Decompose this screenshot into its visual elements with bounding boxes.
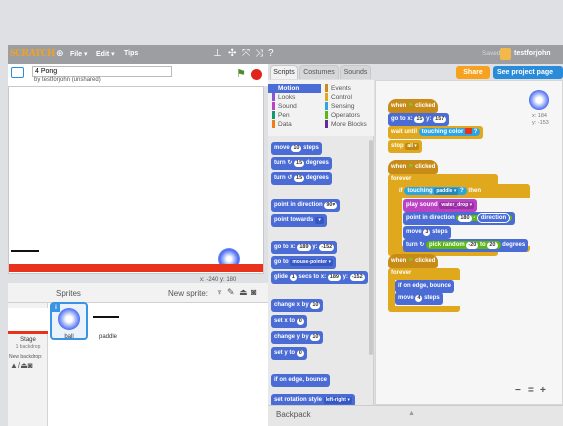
fullscreen-icon[interactable] — [11, 67, 24, 78]
category-col-right: Events Control Sensing Operators More Bl… — [321, 84, 374, 129]
paddle-left — [11, 250, 39, 252]
stage-thumbnail[interactable] — [8, 308, 48, 334]
block-wait-until[interactable]: wait until touching color ? — [388, 126, 484, 139]
paint-sprite-icon[interactable]: ✎ — [227, 287, 235, 298]
block-point-in-direction[interactable]: point in direction 90▾ — [271, 199, 341, 212]
paddle-thumbnail — [93, 316, 119, 318]
block-change-y[interactable]: change y by 10 — [271, 331, 324, 344]
sprite-tile-ball[interactable]: i ball — [50, 302, 88, 340]
sprites-header: Sprites New sprite: ♆ ✎ ⏏ ◙ — [8, 283, 268, 303]
new-sprite-label: New sprite: — [168, 289, 209, 298]
sprite-library-icon[interactable]: ♆ — [216, 287, 223, 297]
block-set-y[interactable]: set y to 0 — [271, 347, 307, 360]
user-name[interactable]: testforjohn — [514, 50, 551, 57]
block-move-steps[interactable]: move 10 steps — [271, 142, 322, 155]
green-flag-icon[interactable]: ⚑ — [236, 67, 246, 80]
block-change-x[interactable]: change x by 10 — [271, 299, 324, 312]
info-icon[interactable]: i — [52, 304, 60, 312]
backdrop-count: 1 backdrop — [15, 344, 41, 350]
see-page-label: See project page — [497, 69, 554, 76]
block-glide[interactable]: glide 1 secs to x: 189 y: -152 — [271, 271, 368, 284]
ball-thumbnail — [58, 308, 80, 330]
zoom-out-icon[interactable]: − — [515, 385, 521, 396]
project-author: by testforjohn (unshared) — [34, 77, 101, 83]
hat-when-flag-clicked[interactable]: when ⚑ clicked — [388, 99, 439, 113]
hat-when-flag-clicked[interactable]: when ⚑ clicked — [388, 254, 439, 268]
block-turn-ccw[interactable]: turn ↺ 15 degrees — [271, 172, 332, 185]
block-go-to-xy[interactable]: go to x: 189 y: -152 — [271, 241, 338, 254]
block-point-in-direction-script[interactable]: point in direction 180 - direction — [403, 212, 516, 225]
share-button[interactable]: Share — [456, 66, 490, 79]
category-col-left: Motion Looks Sound Pen Data — [268, 84, 321, 129]
project-title-input[interactable] — [32, 66, 172, 77]
backdrop-tools-icons[interactable]: ▲/⏏◙ — [10, 361, 33, 370]
upload-sprite-icon[interactable]: ⏏ — [239, 287, 248, 298]
sprite-name: ball — [64, 334, 74, 340]
category-operators[interactable]: Operators — [321, 111, 374, 120]
camera-sprite-icon[interactable]: ◙ — [251, 287, 256, 297]
green-flag-icon: ⚑ — [408, 258, 414, 264]
category-pen[interactable]: Pen — [268, 111, 321, 120]
category-data[interactable]: Data — [268, 120, 321, 129]
scratch-logo[interactable]: SCRATCH — [10, 48, 55, 61]
backpack-bar[interactable]: Backpack ▲ — [268, 405, 563, 426]
red-floor — [9, 264, 263, 272]
sprite-preview — [529, 90, 549, 110]
zoom-reset-icon[interactable]: = — [528, 385, 534, 396]
block-turn-random[interactable]: turn ↻ pick random -20 to 20 degrees — [403, 239, 529, 252]
tab-sounds[interactable]: Sounds — [340, 65, 371, 79]
block-go-to[interactable]: go to mouse-pointer ▾ — [271, 256, 336, 269]
backpack-expand-icon[interactable]: ▲ — [408, 410, 415, 417]
category-list: Motion Looks Sound Pen Data Events Contr… — [268, 80, 374, 136]
category-more-blocks[interactable]: More Blocks — [321, 120, 374, 129]
category-sound[interactable]: Sound — [268, 102, 321, 111]
user-avatar[interactable] — [500, 48, 511, 60]
tips-menu[interactable]: Tips — [124, 50, 138, 57]
color-swatch — [465, 128, 473, 135]
green-flag-icon: ⚑ — [408, 103, 414, 109]
green-flag-icon: ⚑ — [408, 164, 414, 170]
block-move-steps-script[interactable]: move 3 steps — [403, 226, 451, 239]
block-play-sound[interactable]: play sound water_drop ▾ — [403, 199, 478, 212]
help-icon[interactable]: ? — [268, 48, 274, 59]
block-go-to-xy-script[interactable]: go to x: 15 y: 157 — [388, 113, 450, 126]
stage-thumbnail-column: Stage 1 backdrop New backdrop: ▲/⏏◙ — [8, 303, 48, 426]
edit-menu[interactable]: Edit ▾ — [96, 50, 115, 58]
block-turn-cw[interactable]: turn ↻ 15 degrees — [271, 157, 332, 170]
zoom-in-icon[interactable]: + — [540, 385, 546, 396]
block-bounce[interactable]: if on edge, bounce — [271, 374, 331, 387]
block-point-towards[interactable]: point towards ▾ — [271, 214, 328, 227]
category-control[interactable]: Control — [321, 93, 374, 102]
category-looks[interactable]: Looks — [268, 93, 321, 102]
stage-canvas[interactable] — [8, 86, 264, 274]
menu-bar: SCRATCH ⊕ File ▾ Edit ▾ Tips ⊥ ✣ ⤧ ⤨ ? S… — [8, 45, 563, 64]
hat-when-flag-clicked[interactable]: when ⚑ clicked — [388, 160, 439, 174]
tab-costumes[interactable]: Costumes — [299, 65, 339, 79]
cut-icon[interactable]: ✣ — [228, 48, 236, 59]
block-set-x[interactable]: set x to 0 — [271, 315, 307, 328]
saved-status: Saved — [482, 50, 501, 57]
tab-scripts[interactable]: Scripts — [270, 65, 298, 79]
duplicate-icon[interactable]: ⊥ — [213, 48, 222, 59]
block-move-steps-script[interactable]: move 4 steps — [395, 292, 443, 305]
category-sensing[interactable]: Sensing — [321, 102, 374, 111]
category-events[interactable]: Events — [321, 84, 374, 93]
stage-label: Stage — [20, 337, 36, 343]
sprite-tile-paddle[interactable]: paddle — [91, 302, 129, 340]
see-project-page-button[interactable]: See project page — [493, 66, 563, 79]
file-menu[interactable]: File ▾ — [70, 50, 88, 58]
stop-icon[interactable] — [251, 69, 262, 80]
shrink-icon[interactable]: ⤨ — [255, 48, 263, 59]
sprite-xy-readout: x: 184 y: -153 — [532, 113, 549, 126]
globe-icon[interactable]: ⊕ — [56, 48, 64, 59]
new-backdrop-label: New backdrop: — [9, 354, 43, 360]
backpack-label: Backpack — [276, 410, 311, 419]
grow-icon[interactable]: ⤧ — [242, 48, 250, 59]
block-stop[interactable]: stop all ▾ — [388, 140, 422, 153]
sprites-title: Sprites — [56, 289, 81, 298]
category-motion[interactable]: Motion — [268, 84, 321, 93]
stage-header: by testforjohn (unshared) ⚑ — [8, 64, 268, 86]
sprite-name: paddle — [98, 334, 118, 340]
palette-scrollbar[interactable] — [369, 140, 373, 355]
